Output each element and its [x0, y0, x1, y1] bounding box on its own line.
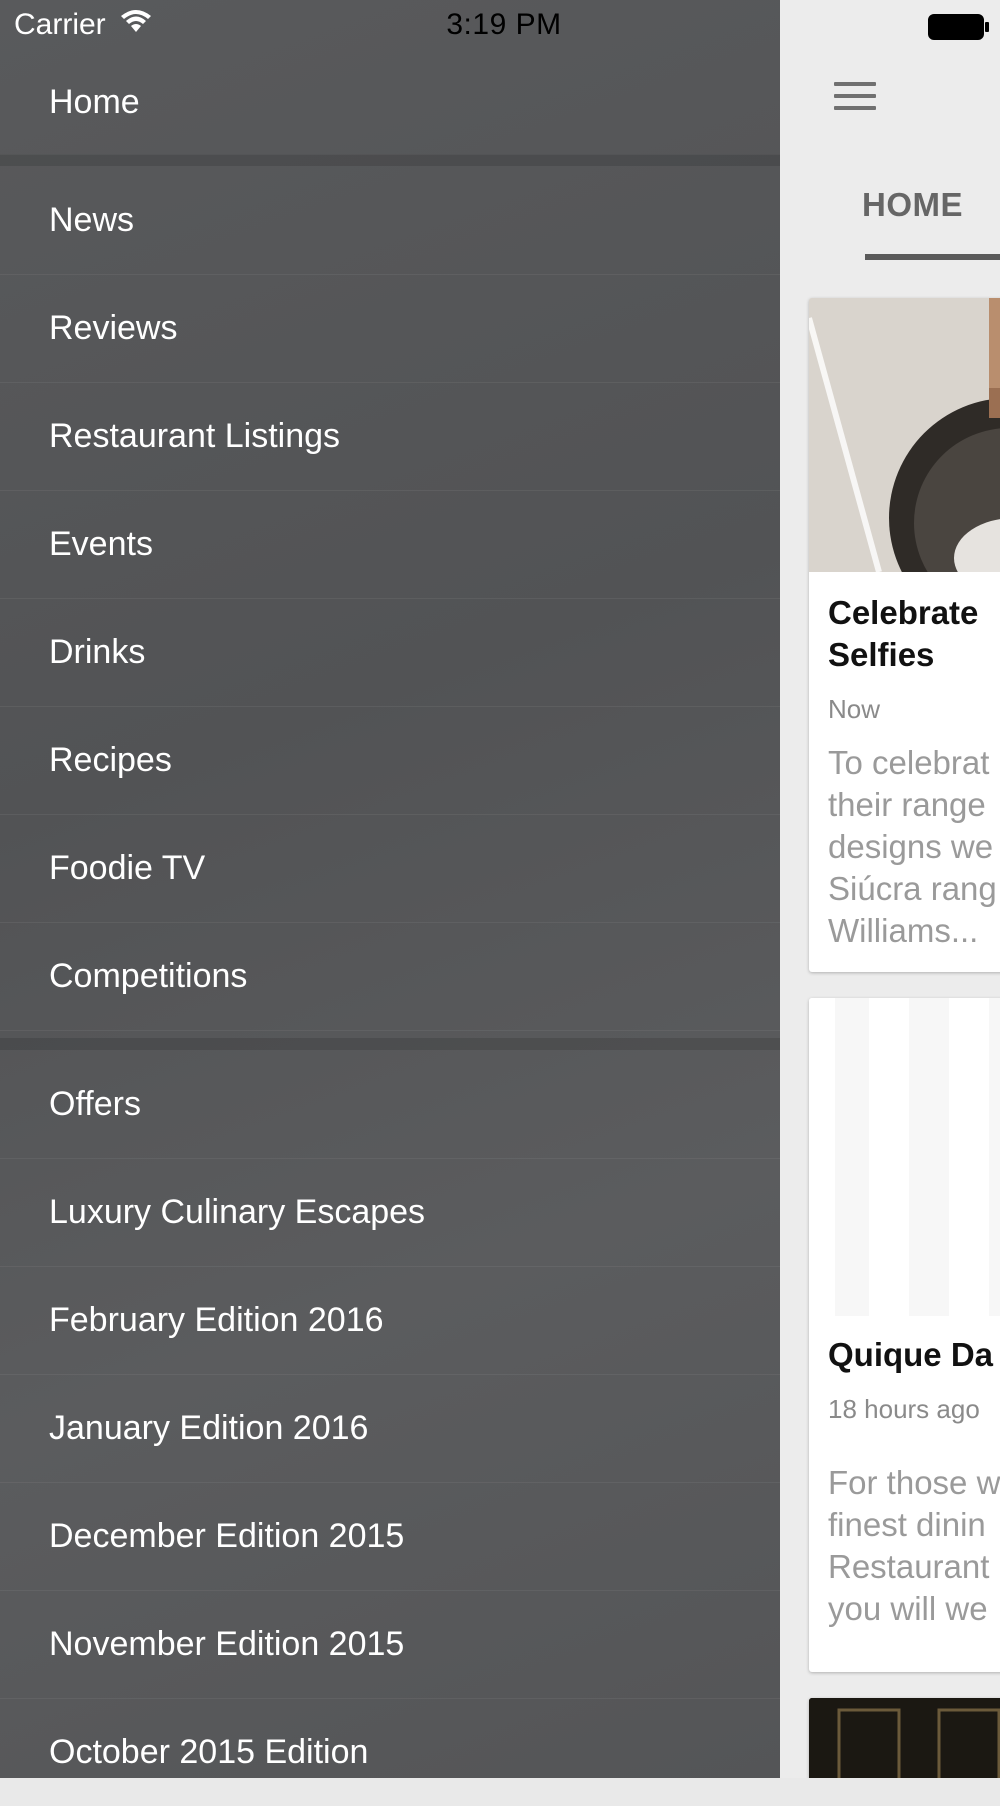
drawer-item-label: Home: [49, 82, 140, 121]
article-excerpt: For those w finest dinin Restaurant you …: [828, 1464, 1000, 1627]
menu-divider: [0, 154, 780, 166]
drawer-item-december-2015[interactable]: December Edition 2015: [0, 1482, 780, 1591]
status-bar: Carrier 3:19 PM: [0, 0, 1000, 50]
drawer-item-label: Luxury Culinary Escapes: [49, 1192, 426, 1231]
article-card[interactable]: [809, 1698, 1000, 1778]
drawer-item-label: December Edition 2015: [49, 1516, 405, 1555]
drawer-item-label: October 2015 Edition: [49, 1732, 369, 1771]
drawer-item-foodie-tv[interactable]: Foodie TV: [0, 814, 780, 923]
drawer-item-label: November Edition 2015: [49, 1624, 405, 1663]
drawer-item-label: Recipes: [49, 740, 172, 779]
drawer-item-october-2015[interactable]: October 2015 Edition: [0, 1698, 780, 1806]
drawer-item-label: Restaurant Listings: [49, 416, 341, 455]
menu-divider: [0, 1038, 780, 1050]
article-card[interactable]: Celebrate Selfies Now To celebrat their …: [809, 298, 1000, 972]
drawer-item-recipes[interactable]: Recipes: [0, 706, 780, 815]
article-title: Celebrate Selfies: [828, 594, 979, 673]
drawer-item-restaurant-listings[interactable]: Restaurant Listings: [0, 382, 780, 491]
article-title: Quique Da: [828, 1336, 994, 1373]
article-image: [809, 1698, 1000, 1778]
drawer-item-label: Events: [49, 524, 153, 563]
tab-indicator: [865, 254, 1000, 260]
status-time: 3:19 PM: [446, 8, 562, 41]
article-time: 18 hours ago: [828, 1394, 980, 1424]
article-time: Now: [828, 694, 881, 724]
drawer-item-home[interactable]: Home: [0, 50, 780, 155]
drawer-item-label: February Edition 2016: [49, 1300, 384, 1339]
drawer-item-competitions[interactable]: Competitions: [0, 922, 780, 1031]
hamburger-icon[interactable]: [834, 82, 876, 112]
article-image: [809, 998, 1000, 1316]
drawer-item-label: Drinks: [49, 632, 146, 671]
drawer-item-november-2015[interactable]: November Edition 2015: [0, 1590, 780, 1699]
article-image: [809, 298, 1000, 572]
drawer-item-january-2016[interactable]: January Edition 2016: [0, 1374, 780, 1483]
drawer-item-label: Competitions: [49, 956, 248, 995]
main-content: HOME Celebrate Selfies Now To celebrat t…: [780, 0, 1000, 1778]
drawer-item-label: January Edition 2016: [49, 1408, 369, 1447]
drawer-item-label: Foodie TV: [49, 848, 206, 887]
drawer-item-offers[interactable]: Offers: [0, 1050, 780, 1159]
article-card[interactable]: Quique Da 18 hours ago For those w fines…: [809, 998, 1000, 1672]
drawer-item-label: News: [49, 200, 135, 239]
article-excerpt: To celebrat their range designs we Siúcr…: [828, 744, 997, 949]
battery-icon: [928, 14, 990, 48]
side-drawer: Home News Reviews Restaurant Listings Ev…: [0, 0, 780, 1778]
drawer-item-reviews[interactable]: Reviews: [0, 274, 780, 383]
drawer-item-label: Reviews: [49, 308, 178, 347]
drawer-item-news[interactable]: News: [0, 166, 780, 275]
drawer-item-events[interactable]: Events: [0, 490, 780, 599]
drawer-item-february-2016[interactable]: February Edition 2016: [0, 1266, 780, 1375]
drawer-item-luxury-culinary-escapes[interactable]: Luxury Culinary Escapes: [0, 1158, 780, 1267]
drawer-item-drinks[interactable]: Drinks: [0, 598, 780, 707]
drawer-item-label: Offers: [49, 1084, 141, 1123]
tab-home[interactable]: HOME: [862, 186, 963, 224]
